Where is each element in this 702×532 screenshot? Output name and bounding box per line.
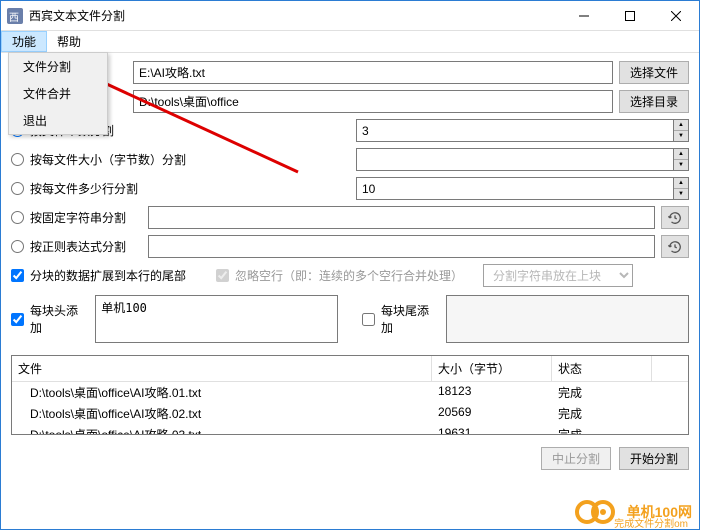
label-ignore-blank: 忽略空行（即：连续的多个空行合并处理） [235, 267, 463, 284]
header-file[interactable]: 文件 [12, 356, 432, 381]
stop-split-button: 中止分割 [541, 447, 611, 470]
regex-input[interactable] [148, 235, 655, 258]
start-split-button[interactable]: 开始分割 [619, 447, 689, 470]
list-header: 文件 大小（字节） 状态 [12, 356, 688, 382]
select-dir-button[interactable]: 选择目录 [619, 90, 689, 113]
fixed-string-input[interactable] [148, 206, 655, 229]
app-icon [7, 8, 23, 24]
radio-by-fixed[interactable] [11, 211, 24, 224]
label-by-lines: 按每文件多少行分割 [30, 180, 350, 197]
spinner-up-icon[interactable]: ▲ [674, 149, 688, 160]
menu-help[interactable]: 帮助 [47, 31, 91, 52]
spinner-up-icon[interactable]: ▲ [674, 178, 688, 189]
label-expand-tail: 分块的数据扩展到本行的尾部 [30, 267, 186, 284]
check-expand-tail[interactable] [11, 269, 24, 282]
menu-dropdown: 文件分割 文件合并 退出 [8, 52, 108, 135]
radio-by-size[interactable] [11, 153, 24, 166]
list-item[interactable]: D:\tools\桌面\office\AI攻略.03.txt 19631 完成 [12, 424, 688, 435]
label-by-size: 按每文件大小（字节数）分割 [30, 151, 350, 168]
split-position-select: 分割字符串放在上块 [483, 264, 633, 287]
close-button[interactable] [653, 1, 699, 31]
radio-by-lines[interactable] [11, 182, 24, 195]
select-file-button[interactable]: 选择文件 [619, 61, 689, 84]
lines-input[interactable] [356, 177, 673, 200]
count-input[interactable] [356, 119, 673, 142]
label-by-regex: 按正则表达式分割 [30, 238, 142, 255]
label-tail-add: 每块尾添加 [381, 302, 440, 336]
header-status[interactable]: 状态 [552, 356, 652, 381]
header-size[interactable]: 大小（字节） [432, 356, 552, 381]
list-item[interactable]: D:\tools\桌面\office\AI攻略.01.txt 18123 完成 [12, 382, 688, 403]
count-spinner[interactable]: ▲▼ [356, 119, 689, 142]
size-spinner[interactable]: ▲▼ [356, 148, 689, 171]
file-path-input[interactable] [133, 61, 613, 84]
spinner-up-icon[interactable]: ▲ [674, 120, 688, 131]
check-ignore-blank [216, 269, 229, 282]
check-tail-add[interactable] [362, 313, 375, 326]
head-text-input[interactable] [95, 295, 338, 343]
label-by-fixed: 按固定字符串分割 [30, 209, 142, 226]
maximize-button[interactable] [607, 1, 653, 31]
spinner-down-icon[interactable]: ▼ [674, 189, 688, 199]
tail-text-input [446, 295, 689, 343]
spinner-down-icon[interactable]: ▼ [674, 160, 688, 170]
dir-path-input[interactable] [133, 90, 613, 113]
watermark: 单机100网 完成文件分割om [575, 498, 692, 526]
size-input[interactable] [356, 148, 673, 171]
menu-file-split[interactable]: 文件分割 [9, 53, 107, 80]
result-list[interactable]: 文件 大小（字节） 状态 D:\tools\桌面\office\AI攻略.01.… [11, 355, 689, 435]
minimize-button[interactable] [561, 1, 607, 31]
spinner-down-icon[interactable]: ▼ [674, 131, 688, 141]
history-fixed-button[interactable] [661, 206, 689, 229]
list-item[interactable]: D:\tools\桌面\office\AI攻略.02.txt 20569 完成 [12, 403, 688, 424]
titlebar: 西宾文本文件分割 [1, 1, 699, 31]
menu-file-merge[interactable]: 文件合并 [9, 80, 107, 107]
window-title: 西宾文本文件分割 [29, 7, 561, 24]
menubar: 功能 帮助 [1, 31, 699, 53]
check-head-add[interactable] [11, 313, 24, 326]
menu-exit[interactable]: 退出 [9, 107, 107, 134]
menu-function[interactable]: 功能 [1, 31, 47, 52]
label-head-add: 每块头添加 [30, 302, 89, 336]
lines-spinner[interactable]: ▲▼ [356, 177, 689, 200]
watermark-sub: 完成文件分割om [614, 515, 688, 530]
radio-by-regex[interactable] [11, 240, 24, 253]
history-regex-button[interactable] [661, 235, 689, 258]
